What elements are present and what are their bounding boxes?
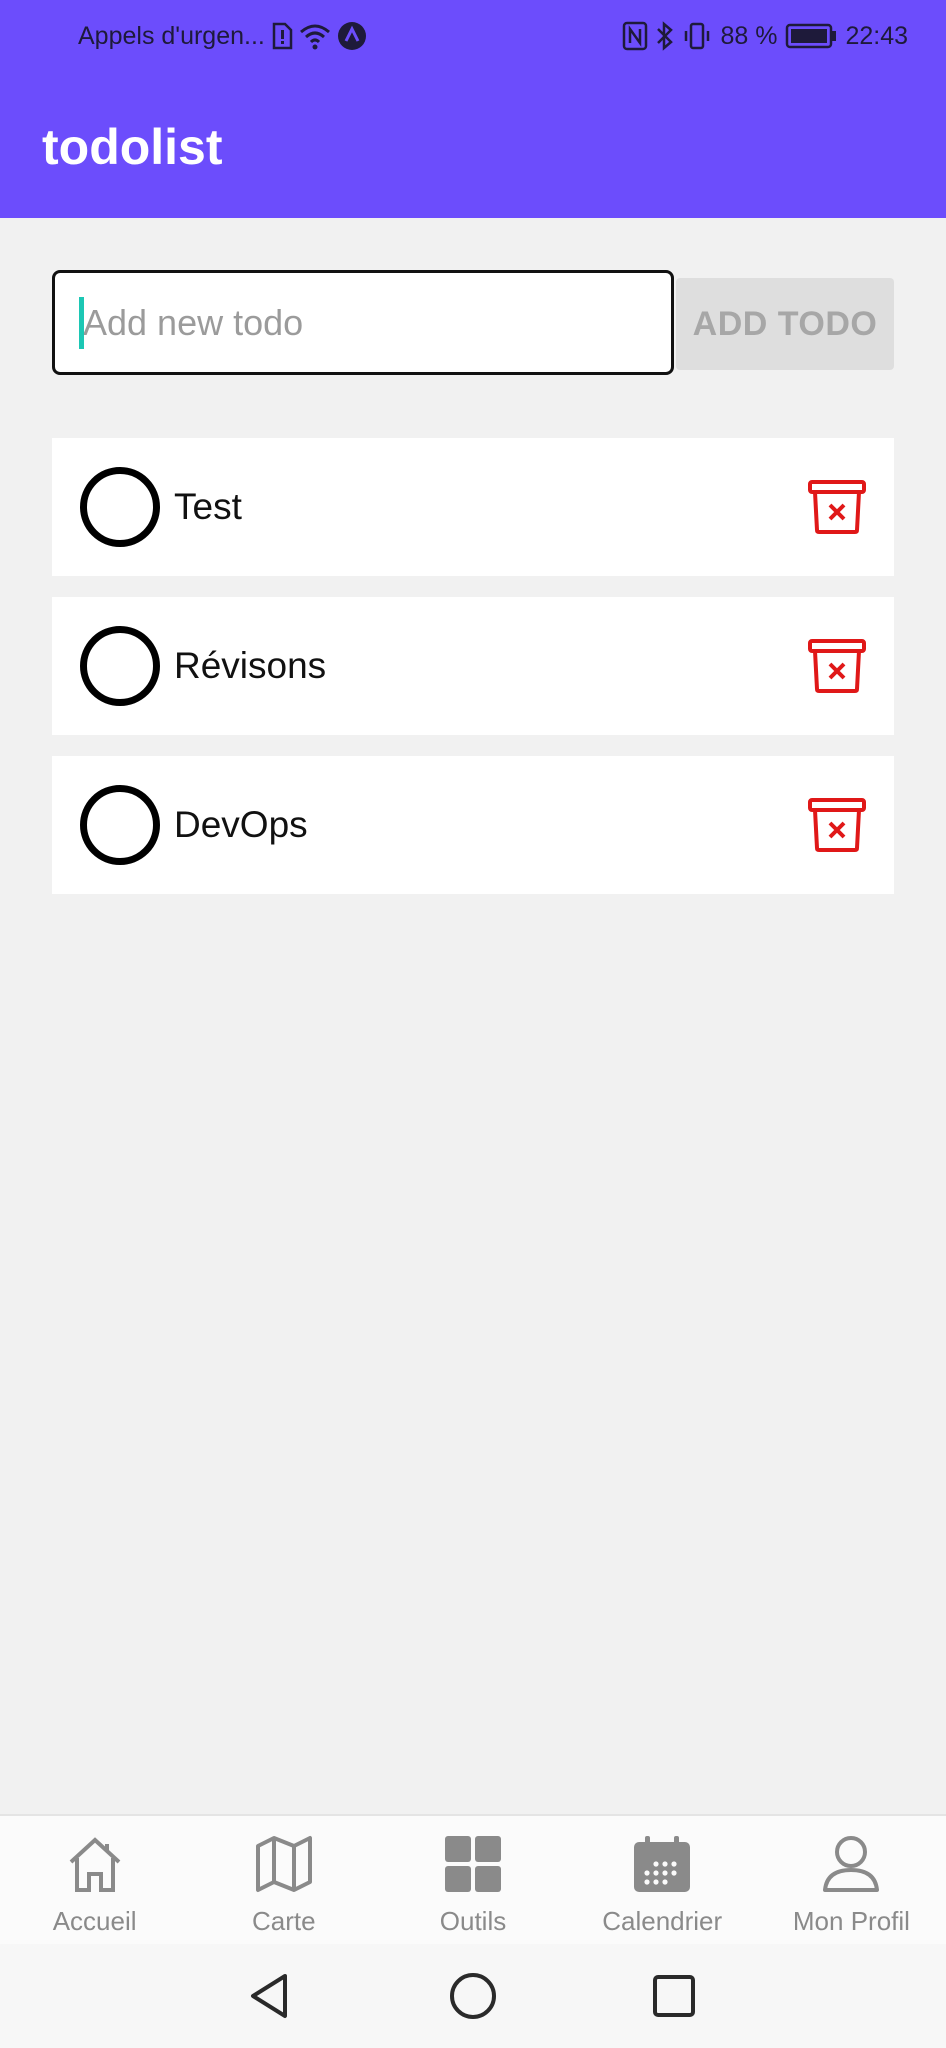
nav-label: Outils	[439, 1906, 507, 1936]
nav-item-calendrier[interactable]: Calendrier	[568, 1816, 757, 1944]
todo-checkbox[interactable]	[80, 785, 160, 865]
carrier-text: Appels d'urgen...	[78, 21, 265, 50]
todo-item: Révisons	[52, 597, 894, 735]
text-cursor	[79, 297, 84, 349]
profile-icon	[821, 1832, 881, 1896]
nav-label: Calendrier	[602, 1906, 723, 1936]
nfc-icon	[622, 21, 648, 51]
status-bar: Appels d'urgen... 88 % 22:43	[0, 0, 946, 72]
system-nav-bar	[0, 1944, 946, 2048]
battery-percent: 88 %	[720, 21, 778, 50]
app-notification-icon	[337, 21, 367, 51]
todo-checkbox[interactable]	[80, 626, 160, 706]
todo-label: Test	[174, 486, 242, 527]
delete-todo-button[interactable]	[806, 637, 868, 695]
nav-label: Mon Profil	[792, 1906, 910, 1936]
new-todo-row: ADD TODO	[52, 270, 894, 376]
bottom-nav: Accueil Carte Outils Calendrier Mon Prof…	[0, 1814, 946, 1944]
nav-item-accueil[interactable]: Accueil	[0, 1816, 189, 1944]
delete-todo-button[interactable]	[806, 796, 868, 854]
sim-alert-icon	[271, 22, 293, 50]
nav-item-carte[interactable]: Carte	[189, 1816, 378, 1944]
map-icon	[254, 1832, 314, 1896]
vibrate-icon	[682, 21, 712, 51]
trash-icon	[808, 798, 866, 852]
calendar-icon	[632, 1832, 692, 1896]
trash-icon	[808, 639, 866, 693]
page-title: todolist	[42, 119, 223, 175]
home-icon	[65, 1832, 125, 1896]
nav-label: Accueil	[52, 1906, 137, 1936]
wifi-icon	[299, 22, 331, 50]
todo-label: DevOps	[174, 804, 308, 845]
nav-item-outils[interactable]: Outils	[378, 1816, 567, 1944]
trash-icon	[808, 480, 866, 534]
back-icon[interactable]	[244, 1970, 296, 2022]
bluetooth-icon	[656, 21, 674, 51]
todo-list: Test Révisons DevOps	[52, 438, 894, 915]
home-circle-icon[interactable]	[447, 1970, 499, 2022]
app-header: Appels d'urgen... 88 % 22:43 todolist	[0, 0, 946, 218]
nav-item-mon-profil[interactable]: Mon Profil	[757, 1816, 946, 1944]
battery-icon	[785, 23, 837, 49]
todo-item: DevOps	[52, 756, 894, 894]
clock: 22:43	[845, 21, 908, 50]
todo-checkbox[interactable]	[80, 467, 160, 547]
new-todo-input[interactable]	[52, 270, 674, 375]
nav-label: Carte	[252, 1906, 316, 1936]
todo-item: Test	[52, 438, 894, 576]
todo-label: Révisons	[174, 645, 327, 686]
grid-icon	[443, 1832, 503, 1896]
delete-todo-button[interactable]	[806, 478, 868, 536]
recents-icon[interactable]	[648, 1970, 700, 2022]
add-todo-button[interactable]: ADD TODO	[676, 278, 894, 370]
